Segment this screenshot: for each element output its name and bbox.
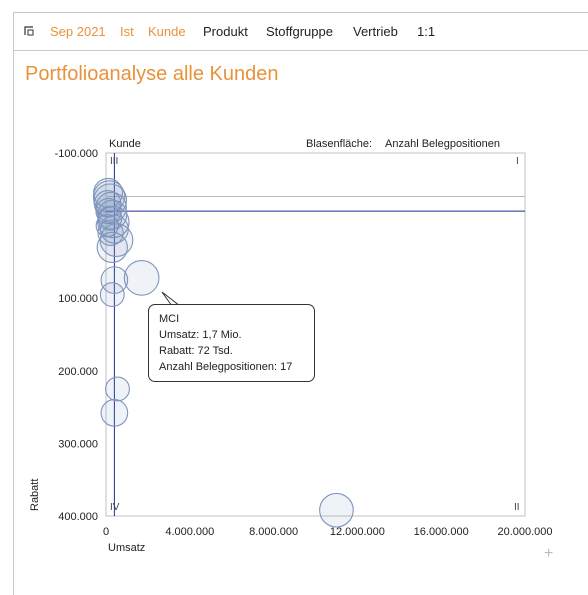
bubble-point[interactable]	[123, 260, 160, 296]
x-tick-label: 0	[103, 526, 109, 538]
tooltip-discount: Rabatt: 72 Tsd.	[159, 345, 233, 357]
bubble-point[interactable]	[100, 399, 129, 427]
x-tick-label: 12.000.000	[330, 526, 385, 538]
bubble-point[interactable]	[105, 376, 130, 402]
quadrant-label-ii: II	[514, 502, 520, 513]
tooltip-title: MCI	[159, 313, 180, 325]
size-value: Anzahl Belegpositionen	[385, 138, 500, 150]
series-label: Kunde	[109, 138, 141, 150]
quadrant-label-iv: IV	[110, 502, 120, 513]
y-axis-label: Rabatt	[29, 479, 41, 511]
x-axis-label: Umsatz	[108, 542, 145, 554]
tooltip-positions: Anzahl Belegpositionen: 17	[159, 361, 293, 373]
add-icon[interactable]: +	[544, 545, 553, 563]
x-tick-label: 8.000.000	[249, 526, 298, 538]
y-tick-label: 400.000	[58, 511, 98, 523]
y-tick-label: 200.000	[58, 366, 98, 378]
y-tick-label: -100.000	[55, 148, 98, 160]
x-tick-label: 4.000.000	[165, 526, 214, 538]
quadrant-label-i: I	[516, 156, 519, 167]
size-label: Blasenfläche:	[306, 138, 372, 150]
portfolio-chart: Kunde Blasenfläche: Anzahl Belegposition…	[29, 138, 553, 554]
x-tick-label: 20.000.000	[497, 526, 552, 538]
y-tick-label: 300.000	[58, 438, 98, 450]
tooltip: MCI Umsatz: 1,7 Mio. Rabatt: 72 Tsd. Anz…	[148, 304, 315, 382]
bubble-point[interactable]	[96, 231, 128, 264]
bubble-point[interactable]	[99, 282, 125, 308]
y-tick-label: 100.000	[58, 293, 98, 305]
tooltip-revenue: Umsatz: 1,7 Mio.	[159, 329, 242, 341]
bubble-point[interactable]	[319, 492, 354, 528]
x-tick-label: 16.000.000	[414, 526, 469, 538]
